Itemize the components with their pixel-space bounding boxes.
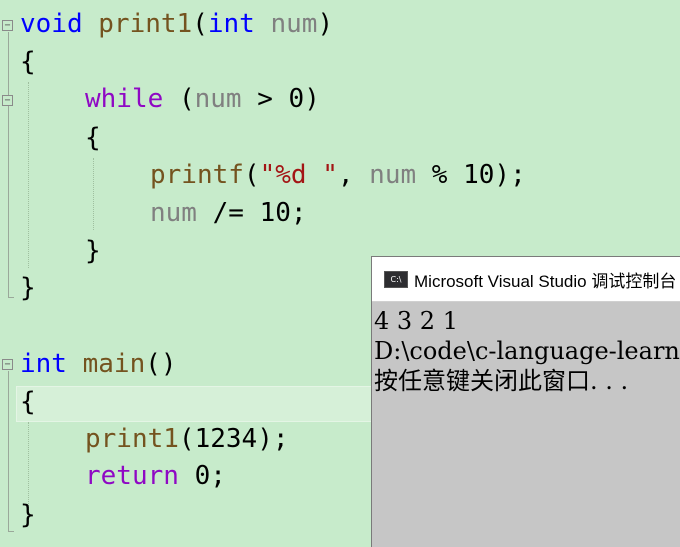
operator: > xyxy=(257,84,273,114)
code-line-10: { xyxy=(20,387,36,417)
keyword: void xyxy=(20,9,83,39)
debug-console-window[interactable]: C:\ Microsoft Visual Studio 调试控制台 4 3 2 … xyxy=(371,256,680,547)
fold-end xyxy=(8,531,14,532)
variable: num xyxy=(150,198,197,228)
collapse-icon[interactable]: − xyxy=(2,95,13,106)
string-literal: "%d " xyxy=(259,160,338,190)
current-line-highlight xyxy=(16,386,378,422)
number: 10 xyxy=(463,160,495,190)
punct: ; xyxy=(290,198,307,228)
code-line-4: { xyxy=(85,123,101,153)
punct: ); xyxy=(494,160,526,190)
punct: ( xyxy=(192,9,208,39)
function-name: print1 xyxy=(98,9,193,39)
function-name: printf xyxy=(150,160,244,190)
number: 10 xyxy=(259,198,291,228)
code-line-9: int main() xyxy=(20,346,177,383)
console-output-line: 4 3 2 1 xyxy=(374,307,458,335)
param-name: num xyxy=(270,9,318,39)
number: 0 xyxy=(288,84,305,114)
operator: /= xyxy=(212,198,244,228)
punct: ) xyxy=(304,84,320,114)
punct: ; xyxy=(210,461,226,491)
console-output[interactable]: 4 3 2 1D:\code\c-language-learning按任意键关闭… xyxy=(372,302,680,396)
code-line-8: } xyxy=(20,273,36,303)
type-keyword: int xyxy=(207,9,255,39)
indent-guide xyxy=(28,82,29,268)
fold-guide xyxy=(8,107,9,267)
console-output-line: D:\code\c-language-learning xyxy=(374,337,680,365)
code-line-13: } xyxy=(20,500,36,530)
function-name: main xyxy=(82,349,146,379)
code-line-1: void print1(int num) xyxy=(20,6,333,43)
keyword: int xyxy=(20,349,67,379)
keyword: return xyxy=(85,461,179,491)
collapse-icon[interactable]: − xyxy=(2,359,13,370)
punct: , xyxy=(337,160,354,190)
number: 0 xyxy=(194,461,211,491)
console-title: Microsoft Visual Studio 调试控制台 xyxy=(414,271,677,291)
code-line-5: printf("%d ", num % 10); xyxy=(150,157,526,194)
punct: ) xyxy=(317,9,334,39)
collapse-icon[interactable]: − xyxy=(2,20,13,31)
variable: num xyxy=(194,84,242,114)
keyword: while xyxy=(85,84,164,114)
console-output-line: 按任意键关闭此窗口. . . xyxy=(374,367,629,395)
code-line-7: } xyxy=(85,236,101,266)
function-name: print1 xyxy=(85,424,179,454)
punct: ( xyxy=(178,84,195,114)
operator: % xyxy=(431,160,448,190)
console-title-bar[interactable]: C:\ Microsoft Visual Studio 调试控制台 xyxy=(372,257,680,302)
number: 1234 xyxy=(194,424,258,454)
code-line-3: while (num > 0) xyxy=(85,81,320,118)
code-line-11: print1(1234); xyxy=(85,421,289,458)
variable: num xyxy=(369,160,417,190)
code-line-6: num /= 10; xyxy=(150,195,307,232)
punct: () xyxy=(145,349,177,379)
punct: ( xyxy=(178,424,195,454)
indent-guide xyxy=(93,158,94,230)
punct: ); xyxy=(257,424,289,454)
code-line-12: return 0; xyxy=(85,458,226,495)
fold-guide xyxy=(8,371,9,531)
console-app-icon: C:\ xyxy=(384,270,408,288)
punct: ( xyxy=(243,160,260,190)
code-line-2: { xyxy=(20,47,36,77)
fold-end xyxy=(8,297,14,298)
